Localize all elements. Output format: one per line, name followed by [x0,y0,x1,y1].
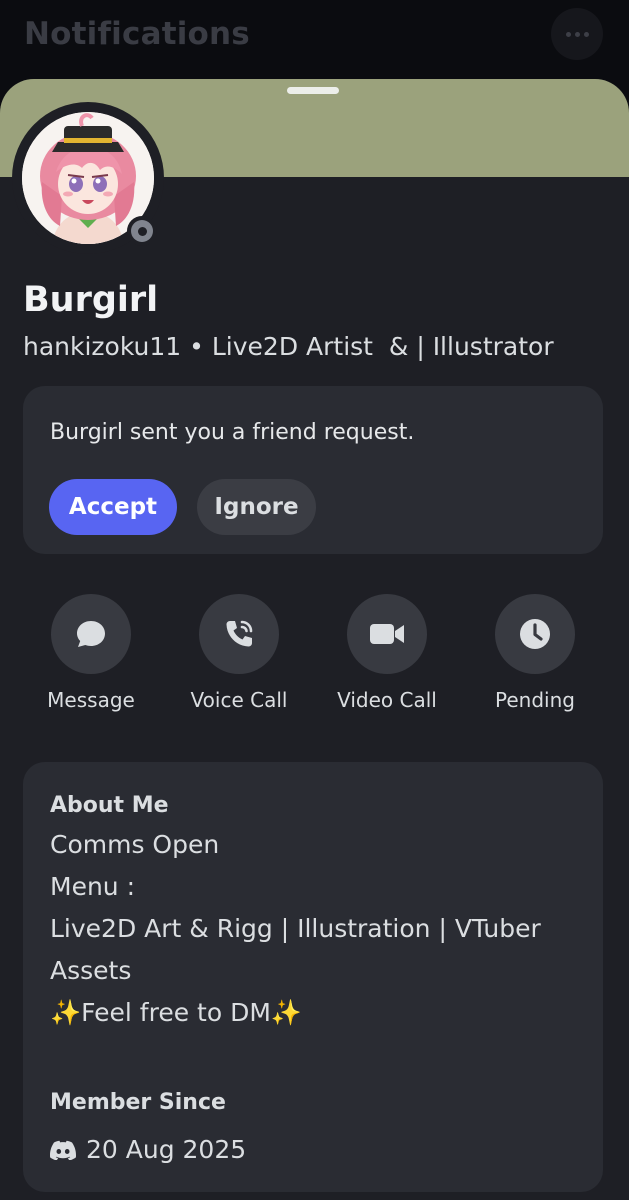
more-dot [574,31,580,37]
friend-request-card: Burgirl sent you a friend request. Accep… [23,386,603,554]
video-call-action[interactable]: Video Call [313,594,461,712]
pronouns-tagline: Live2D Artist & | Illustrator [211,332,554,361]
more-options-button[interactable] [551,8,603,60]
message-button[interactable] [51,594,131,674]
bio-line: Assets [50,956,132,985]
video-camera-icon [370,624,404,644]
profile-subline: hankizoku11 • Live2D Artist & | Illustra… [23,332,554,361]
bio-line: ✨Feel free to DM✨ [50,998,303,1027]
bio-line: Menu : [50,872,136,901]
member-since-row: 20 Aug 2025 [50,1135,246,1164]
page-title: Notifications [24,16,250,52]
message-label: Message [47,688,135,712]
more-dots-icon [565,31,571,37]
offline-status-icon [131,220,153,242]
member-since-title: Member Since [50,1090,226,1115]
top-bar: Notifications [0,0,629,80]
username[interactable]: hankizoku11 [23,332,181,361]
pending-action[interactable]: Pending [461,594,609,712]
discord-logo-icon [50,1140,76,1160]
bio-line: Live2D Art & Rigg | Illustration | VTube… [50,914,541,943]
member-since-date: 20 Aug 2025 [86,1135,247,1164]
pending-button[interactable] [495,594,575,674]
bio-line: Comms Open [50,830,220,859]
accept-button[interactable]: Accept [49,479,177,535]
voice-call-action[interactable]: Voice Call [165,594,313,712]
profile-sheet: Burgirl hankizoku11 • Live2D Artist & | … [0,79,629,1200]
more-dot [583,31,589,37]
phone-call-icon [226,620,253,647]
voice-call-label: Voice Call [190,688,288,712]
voice-call-button[interactable] [199,594,279,674]
avatar-frame [12,102,164,254]
ignore-button[interactable]: Ignore [197,479,316,535]
message-action[interactable]: Message [17,594,165,712]
display-name: Burgirl [23,280,159,320]
status-indicator [127,216,157,246]
video-call-button[interactable] [347,594,427,674]
about-me-bio: Comms Open Menu : Live2D Art & Rigg | Il… [50,824,590,1034]
friend-request-text: Burgirl sent you a friend request. [50,420,415,445]
profile-actions: Message Voice Call Video Call Pending [0,594,629,724]
clock-icon [520,619,550,649]
pending-label: Pending [495,688,575,712]
about-me-card: About Me Comms Open Menu : Live2D Art & … [23,762,603,1192]
separator-dot: • [189,332,204,361]
video-call-label: Video Call [337,688,437,712]
chat-bubble-icon [77,621,105,647]
drag-handle[interactable] [287,87,339,94]
about-me-title: About Me [50,793,169,818]
